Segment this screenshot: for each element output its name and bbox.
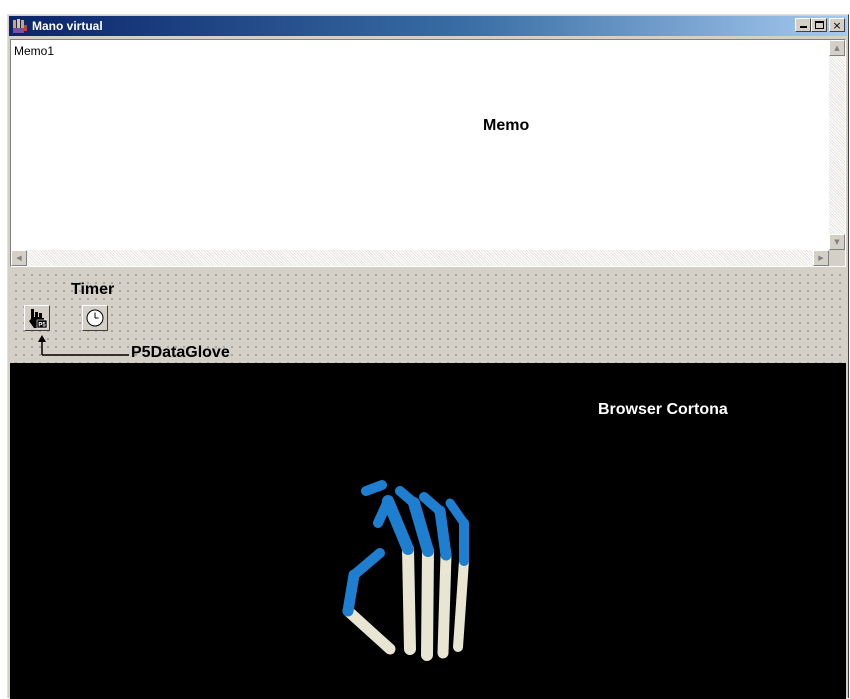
close-icon: ×: [832, 18, 842, 32]
svg-text:P5: P5: [38, 323, 46, 329]
vertical-scrollbar[interactable]: ▲ ▼: [829, 40, 845, 250]
app-icon: [13, 19, 27, 33]
glove-annotation-arrow: [38, 335, 129, 356]
horizontal-scrollbar[interactable]: ◀ ▶: [11, 250, 829, 266]
scroll-right-arrow-icon[interactable]: ▶: [813, 250, 829, 266]
p5-dataglove-component[interactable]: P5: [24, 305, 50, 331]
scroll-left-arrow-icon[interactable]: ◀: [11, 250, 27, 266]
title-bar[interactable]: Mano virtual ×: [9, 16, 847, 36]
form-design-area[interactable]: Timer P5 P5DataGlove: [10, 269, 846, 363]
scroll-down-arrow-icon[interactable]: ▼: [829, 234, 845, 250]
memo-text: Memo1: [14, 44, 55, 58]
clock-icon: [86, 309, 104, 327]
app-window: Mano virtual × Memo1 Memo ▲ ▼ ◀ ▶ Timer: [7, 14, 849, 699]
scrollbar-corner: [829, 250, 845, 266]
minimize-icon: [800, 26, 807, 28]
timer-component[interactable]: [82, 305, 108, 331]
minimize-button[interactable]: [795, 18, 811, 32]
hand-p5-icon: P5: [29, 309, 48, 329]
virtual-hand-3d-model[interactable]: [10, 363, 846, 699]
close-button[interactable]: ×: [829, 18, 845, 32]
window-controls: ×: [795, 18, 845, 32]
p5dataglove-annotation-label: P5DataGlove: [131, 344, 230, 361]
window-title: Mano virtual: [32, 19, 103, 33]
timer-annotation-label: Timer: [71, 281, 115, 298]
scroll-up-arrow-icon[interactable]: ▲: [829, 40, 845, 56]
memo-annotation-label: Memo: [483, 117, 530, 134]
maximize-icon: [815, 21, 824, 29]
cortona-browser-viewport[interactable]: Browser Cortona: [10, 363, 846, 699]
maximize-button[interactable]: [811, 18, 827, 32]
memo-box[interactable]: Memo1 Memo ▲ ▼ ◀ ▶: [10, 39, 846, 267]
